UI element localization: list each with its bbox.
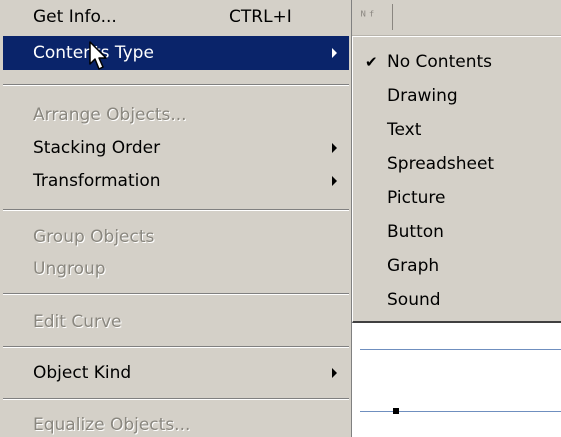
- menu-item-object-kind[interactable]: Object Kind: [3, 356, 349, 390]
- submenu-item-button[interactable]: Button: [353, 215, 560, 249]
- submenu-item-spreadsheet[interactable]: Spreadsheet: [353, 147, 560, 181]
- toolbar-separator: [392, 4, 393, 30]
- submenu-item-label: Spreadsheet: [387, 154, 495, 174]
- document-guide-line: [360, 411, 561, 412]
- menu-item-label: Group Objects: [33, 227, 155, 247]
- menu-item-stacking-order[interactable]: Stacking Order: [3, 131, 349, 165]
- submenu-item-label: Button: [387, 222, 444, 242]
- menu-item-group-objects[interactable]: Group Objects: [3, 220, 349, 254]
- document-guide-line: [360, 349, 561, 350]
- submenu-arrow-icon: [332, 143, 337, 153]
- context-menu: Get Info... CTRL+I Contents Type Arrange…: [0, 0, 352, 437]
- selection-handle[interactable]: [393, 408, 399, 414]
- menu-item-label: Get Info...: [33, 7, 117, 27]
- menu-item-ungroup[interactable]: Ungroup: [3, 252, 349, 286]
- menu-item-label: Transformation: [33, 171, 161, 191]
- submenu-item-label: Text: [387, 120, 422, 140]
- submenu-arrow-icon: [332, 368, 337, 378]
- submenu-item-graph[interactable]: Graph: [353, 249, 560, 283]
- menu-item-label: Ungroup: [33, 259, 106, 279]
- menu-item-equalize-objects[interactable]: Equalize Objects...: [3, 408, 349, 437]
- menu-item-label: Equalize Objects...: [33, 415, 191, 435]
- submenu-item-label: Sound: [387, 290, 441, 310]
- submenu-item-label: Drawing: [387, 86, 458, 106]
- menu-item-edit-curve[interactable]: Edit Curve: [3, 305, 349, 339]
- menu-separator: [3, 293, 349, 295]
- mouse-pointer-icon: [89, 41, 107, 70]
- menu-separator: [3, 346, 349, 348]
- submenu-arrow-icon: [332, 48, 337, 58]
- menu-separator: [3, 84, 349, 86]
- menu-item-transformation[interactable]: Transformation: [3, 164, 349, 198]
- menu-separator: [3, 209, 349, 211]
- menu-item-arrange-objects[interactable]: Arrange Objects...: [3, 98, 349, 132]
- menu-item-label: Arrange Objects...: [33, 105, 187, 125]
- submenu-item-text[interactable]: Text: [353, 113, 560, 147]
- menu-item-label: Object Kind: [33, 363, 132, 383]
- contents-type-submenu: ✔ No Contents Drawing Text Spreadsheet P…: [352, 36, 561, 323]
- submenu-item-sound[interactable]: Sound: [353, 283, 560, 317]
- menu-item-shortcut: CTRL+I: [229, 7, 292, 27]
- toolbar-tool-icon[interactable]: ᴺᶠ: [359, 6, 385, 28]
- checkmark-icon: ✔: [365, 53, 378, 71]
- submenu-item-label: No Contents: [387, 52, 492, 72]
- submenu-item-label: Graph: [387, 256, 440, 276]
- submenu-item-label: Picture: [387, 188, 446, 208]
- menu-separator: [3, 398, 349, 400]
- menu-item-contents-type[interactable]: Contents Type: [3, 36, 349, 70]
- submenu-item-drawing[interactable]: Drawing: [353, 79, 560, 113]
- menu-item-label: Stacking Order: [33, 138, 161, 158]
- menu-item-get-info[interactable]: Get Info... CTRL+I: [3, 0, 349, 34]
- submenu-item-no-contents[interactable]: ✔ No Contents: [353, 45, 560, 79]
- menu-item-label: Edit Curve: [33, 312, 122, 332]
- submenu-item-picture[interactable]: Picture: [353, 181, 560, 215]
- submenu-arrow-icon: [332, 176, 337, 186]
